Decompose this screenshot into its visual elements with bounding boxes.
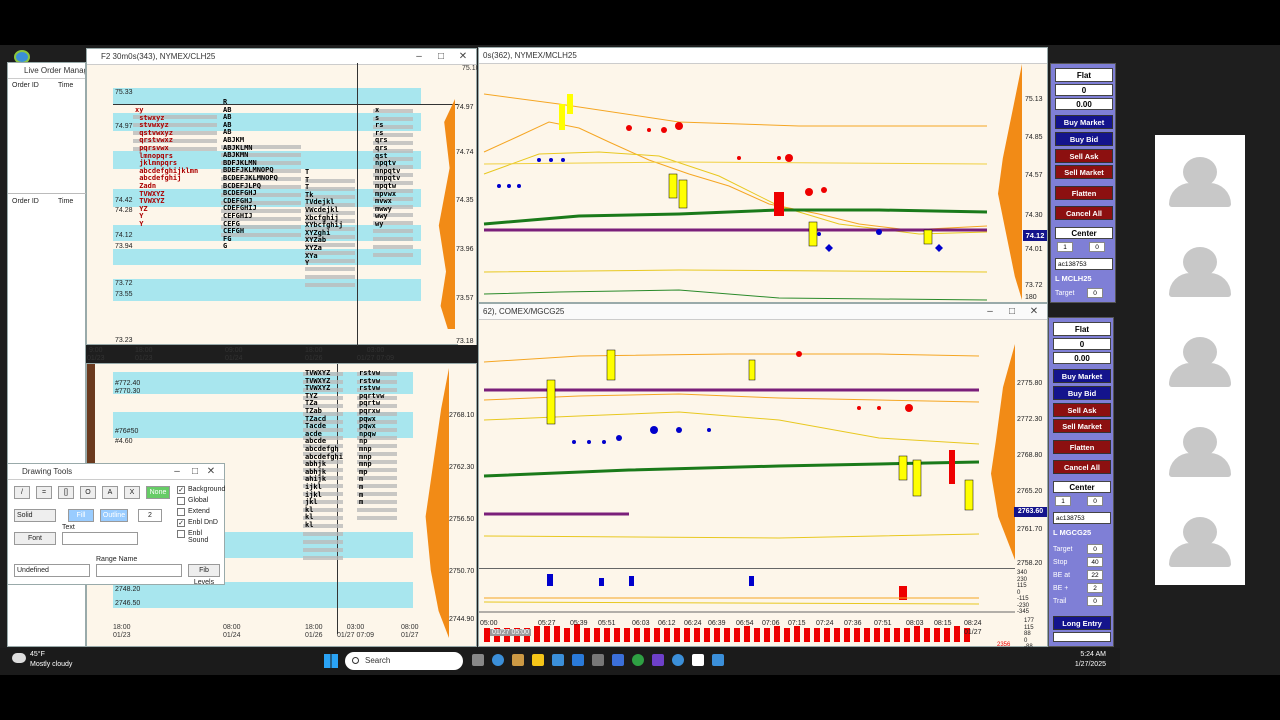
mgcg25-chart-window[interactable]: 62), COMEX/MGCG25 – □ ✕ 2775.80 2772.30 … [478,303,1048,650]
text-input[interactable] [62,532,138,545]
checkbox-enbl-sound[interactable] [177,530,185,538]
maximize-button[interactable]: □ [430,49,452,65]
checkbox-label: Background [188,486,226,493]
col-time-2[interactable]: Time [58,198,73,205]
clock-date[interactable]: 1/27/2025 [1075,661,1106,668]
col-time[interactable]: Time [58,82,73,89]
mgc-price-chart[interactable] [479,320,989,546]
sell-market-button-2[interactable]: Sell Market [1053,419,1111,433]
sell-ask-button-2[interactable]: Sell Ask [1053,403,1111,417]
lom-title: Live Order Manager [8,63,85,79]
mcl-last-price: 74.12 [1023,230,1047,241]
weather-icon [12,653,26,663]
video-gallery [1155,135,1245,585]
drawing-tools-window[interactable]: Drawing Tools – □ ✕ / = [] O A X None So… [7,463,226,586]
long-entry-button[interactable]: Long Entry [1053,616,1111,630]
font-button[interactable]: Font [14,532,56,545]
position-status: Flat [1055,68,1113,82]
flatten-button-2[interactable]: Flatten [1053,440,1111,454]
hline-tool-button[interactable]: = [36,486,52,499]
buy-bid-button[interactable]: Buy Bid [1055,132,1113,146]
checkbox-label: Global [188,497,209,504]
cancel-all-button-2[interactable]: Cancel All [1053,460,1111,474]
checkbox-label: Extend [188,508,210,515]
delete-tool-button[interactable]: X [124,486,140,499]
clock-time[interactable]: 5:24 AM [1080,651,1106,658]
checkbox-label: Enbl DnD [188,519,218,526]
mgc-time-axis: 05:00 05:27 05:39 05:51 06:03 06:12 06:2… [480,620,982,636]
buy-market-button[interactable]: Buy Market [1055,115,1113,129]
checkbox-background[interactable]: ✓ [177,486,185,494]
none-button[interactable]: None [146,486,170,499]
mgc-title: 62), COMEX/MGCG25 [479,304,1047,320]
line-style-select[interactable]: Solid [14,509,56,522]
taskbar: 45°F Mostly cloudy Search 5:24 AM 1/27/2… [0,648,1120,675]
outline-button[interactable]: Outline [100,509,128,522]
range-name-input[interactable] [96,564,182,577]
mgc-last-price: 2763.60 [1014,507,1047,517]
line-tool-button[interactable]: / [14,486,30,499]
fib-levels-button[interactable]: Fib Levels [188,564,220,586]
text-tool-button[interactable]: A [102,486,118,499]
center-button[interactable]: Center [1055,227,1113,239]
checkbox-label: Enbl Sound [188,530,209,544]
checkbox-enbl-dnd[interactable]: ✓ [177,519,185,527]
fib-select[interactable]: Undefined [14,564,90,577]
rect-tool-button[interactable]: [] [58,486,74,499]
col-order-id-2[interactable]: Order ID [12,198,39,205]
account-select[interactable]: ac138753 [1055,258,1113,270]
buy-bid-button-2[interactable]: Buy Bid [1053,386,1111,400]
start-button[interactable] [324,654,338,668]
search-box[interactable]: Search [345,652,463,670]
entry-select[interactable] [1053,632,1111,642]
mclh25-chart-window[interactable]: 0s(362), NYMEX/MCLH25 75.13 74.85 74.57 … [478,47,1048,303]
cancel-all-button[interactable]: Cancel All [1055,206,1113,220]
mgc-order-panel: Flat 0 0.00 Buy Market Buy Bid Sell Ask … [1048,317,1114,647]
checkbox-global[interactable] [177,497,185,505]
minimize-button[interactable]: – [408,49,430,65]
close-button[interactable]: ✕ [452,49,474,65]
mcl-price-chart[interactable] [479,64,999,304]
taskbar-apps[interactable] [472,654,802,668]
buy-market-button-2[interactable]: Buy Market [1053,369,1111,383]
width-stepper[interactable]: 2 [138,509,162,522]
clh25-tpo-window[interactable]: F2 30m0s(343), NYMEX/CLH25 – □ ✕ 75.33 7… [86,48,480,362]
center-button-2[interactable]: Center [1053,481,1111,493]
flatten-button[interactable]: Flatten [1055,186,1113,200]
checkbox-extend[interactable] [177,508,185,516]
sell-ask-button[interactable]: Sell Ask [1055,149,1113,163]
ellipse-tool-button[interactable]: O [80,486,96,499]
desktop: Live Order Manager Order ID Time Order I… [0,45,1280,675]
fill-button[interactable]: Fill [68,509,94,522]
mcl-order-panel: Flat 0 0.00 Buy Market Buy Bid Sell Ask … [1050,63,1116,303]
mcl-title: 0s(362), NYMEX/MCLH25 [479,48,1047,64]
sell-market-button[interactable]: Sell Market [1055,165,1113,179]
search-icon [352,657,359,664]
col-order-id[interactable]: Order ID [12,82,39,89]
